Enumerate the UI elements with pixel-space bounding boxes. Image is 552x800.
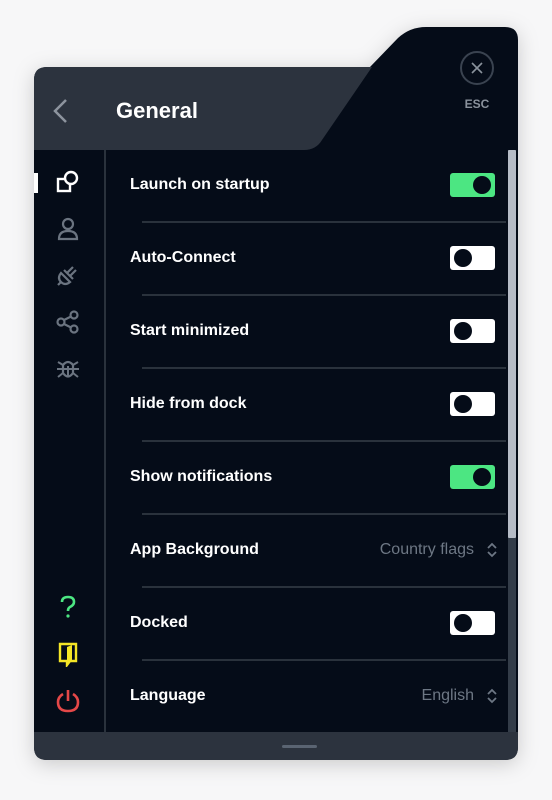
sidebar-item-connection[interactable] [54,261,82,289]
power-icon [56,690,80,713]
setting-auto-connect: Auto-Connect [106,223,506,296]
launch-on-startup-toggle[interactable] [450,173,495,197]
setting-label: App Background [130,541,259,558]
help-button[interactable] [54,593,82,621]
setting-label: Docked [130,614,188,631]
select-value: English [421,687,474,704]
chevron-up-down-icon [487,688,497,704]
start-minimized-toggle[interactable] [450,319,495,343]
esc-label: ESC [464,97,490,111]
hide-from-dock-toggle[interactable] [450,392,495,416]
toggle-knob [454,249,472,267]
sidebar-item-general[interactable] [54,169,82,197]
sidebar-item-debug[interactable] [54,355,82,383]
chevron-left-icon [53,99,67,123]
setting-docked: Docked [106,588,506,661]
language-select[interactable]: English [422,683,498,709]
back-button[interactable] [46,96,74,126]
setting-label: Hide from dock [130,395,247,412]
auto-connect-toggle[interactable] [450,246,495,270]
shapes-icon [56,170,79,193]
setting-language: Language English [106,661,506,732]
setting-hide-from-dock: Hide from dock [106,369,506,442]
sidebar-item-account[interactable] [54,215,82,243]
active-indicator [34,173,38,193]
toggle-knob [454,395,472,413]
settings-window: General ESC Launch on startup Auto-Conne… [0,0,552,800]
plug-icon [57,266,77,286]
setting-label: Auto-Connect [130,249,236,266]
door-icon [58,642,78,667]
bug-icon [57,360,79,378]
guides-button[interactable] [54,640,82,668]
chevron-up-down-icon [487,542,497,558]
user-icon [57,217,79,241]
drag-handle[interactable] [282,745,317,748]
sidebar [34,150,104,732]
scrollbar-thumb[interactable] [508,150,516,538]
setting-label: Language [130,687,206,704]
question-icon [60,595,76,618]
sidebar-item-split-tunneling[interactable] [54,308,82,336]
toggle-knob [454,614,472,632]
docked-toggle[interactable] [450,611,495,635]
setting-label: Launch on startup [130,176,270,193]
settings-list: Launch on startup Auto-Connect Start min… [106,150,506,732]
toggle-knob [473,468,491,486]
close-icon [471,62,483,74]
toggle-knob [473,176,491,194]
show-notifications-toggle[interactable] [450,465,495,489]
setting-show-notifications: Show notifications [106,442,506,515]
close-button[interactable] [460,51,494,85]
quit-button[interactable] [54,687,82,715]
app-background-select[interactable]: Country flags [380,537,498,563]
toggle-knob [454,322,472,340]
setting-start-minimized: Start minimized [106,296,506,369]
setting-label: Start minimized [130,322,250,339]
setting-label: Show notifications [130,468,273,485]
page-title: General [116,98,198,123]
select-value: Country flags [379,541,474,558]
share-icon [56,310,79,334]
setting-app-background: App Background Country flags [106,515,506,588]
setting-launch-on-startup: Launch on startup [106,150,506,223]
